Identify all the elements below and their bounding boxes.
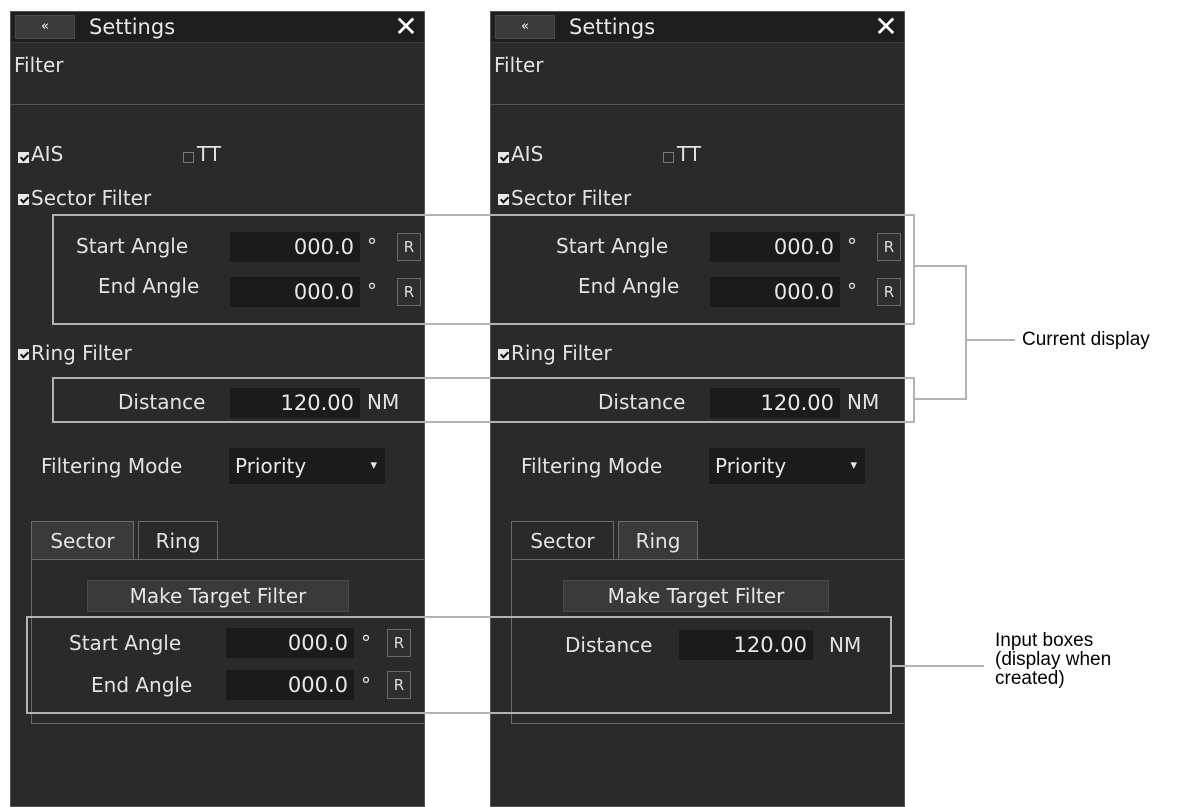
ring-filter-checkbox[interactable]: [498, 349, 509, 360]
collapse-button[interactable]: «: [15, 15, 75, 39]
ring-filter-label: Ring Filter: [511, 341, 612, 365]
chevron-down-icon: ▾: [370, 458, 377, 473]
current-display-label: Current display: [1022, 329, 1150, 350]
close-button[interactable]: ✕: [872, 13, 900, 41]
annotation-line: [892, 665, 984, 667]
close-icon: ✕: [394, 11, 418, 43]
annotation-line: [967, 339, 1015, 341]
section-header: Filter: [11, 43, 424, 105]
tab-sector[interactable]: Sector: [511, 521, 614, 560]
tt-checkbox[interactable]: [183, 152, 194, 163]
double-chevron-left-icon: «: [41, 19, 49, 34]
annotation-line: [965, 265, 967, 400]
title-bar: « Settings ✕: [11, 12, 424, 43]
close-button[interactable]: ✕: [392, 13, 420, 41]
ring-filter-label: Ring Filter: [31, 341, 132, 365]
ais-checkbox[interactable]: [498, 152, 509, 163]
tab-ring[interactable]: Ring: [618, 521, 698, 560]
filtering-mode-label: Filtering Mode: [521, 454, 663, 478]
ais-label: AIS: [511, 142, 544, 166]
input-boxes-label-line1: Input boxes: [995, 630, 1094, 651]
filtering-mode-dropdown[interactable]: Priority ▾: [709, 448, 865, 484]
chevron-down-icon: ▾: [850, 458, 857, 473]
make-target-filter-button[interactable]: Make Target Filter: [563, 580, 829, 612]
annotation-line: [915, 265, 967, 267]
tt-label: TT: [677, 142, 702, 166]
tab-ring[interactable]: Ring: [138, 521, 218, 560]
input-boxes-label-line2: (display when: [995, 649, 1112, 670]
filtering-mode-label: Filtering Mode: [41, 454, 183, 478]
collapse-button[interactable]: «: [495, 15, 555, 39]
input-boxes-label-line3: created): [995, 668, 1065, 689]
title-bar: « Settings ✕: [491, 12, 904, 43]
section-title: Filter: [494, 53, 544, 77]
filtering-mode-value: Priority: [235, 454, 307, 478]
ais-checkbox[interactable]: [18, 152, 29, 163]
sector-filter-label: Sector Filter: [31, 186, 152, 210]
filtering-mode-dropdown[interactable]: Priority ▾: [229, 448, 385, 484]
panel-title: Settings: [89, 15, 176, 39]
close-icon: ✕: [874, 11, 898, 43]
ring-filter-checkbox[interactable]: [18, 349, 29, 360]
sector-filter-checkbox[interactable]: [498, 194, 509, 205]
section-header: Filter: [491, 43, 904, 105]
annotation-box-angles: [52, 214, 915, 325]
annotation-box-input: [26, 616, 892, 714]
annotation-line: [915, 398, 967, 400]
ais-label: AIS: [31, 142, 64, 166]
sector-filter-checkbox[interactable]: [18, 194, 29, 205]
annotation-box-distance: [52, 377, 915, 423]
make-target-filter-button[interactable]: Make Target Filter: [87, 580, 349, 612]
section-title: Filter: [14, 53, 64, 77]
double-chevron-left-icon: «: [521, 19, 529, 34]
tt-label: TT: [197, 142, 222, 166]
filtering-mode-value: Priority: [715, 454, 787, 478]
tab-sector[interactable]: Sector: [31, 521, 134, 560]
sector-filter-label: Sector Filter: [511, 186, 632, 210]
panel-title: Settings: [569, 15, 656, 39]
tt-checkbox[interactable]: [663, 152, 674, 163]
